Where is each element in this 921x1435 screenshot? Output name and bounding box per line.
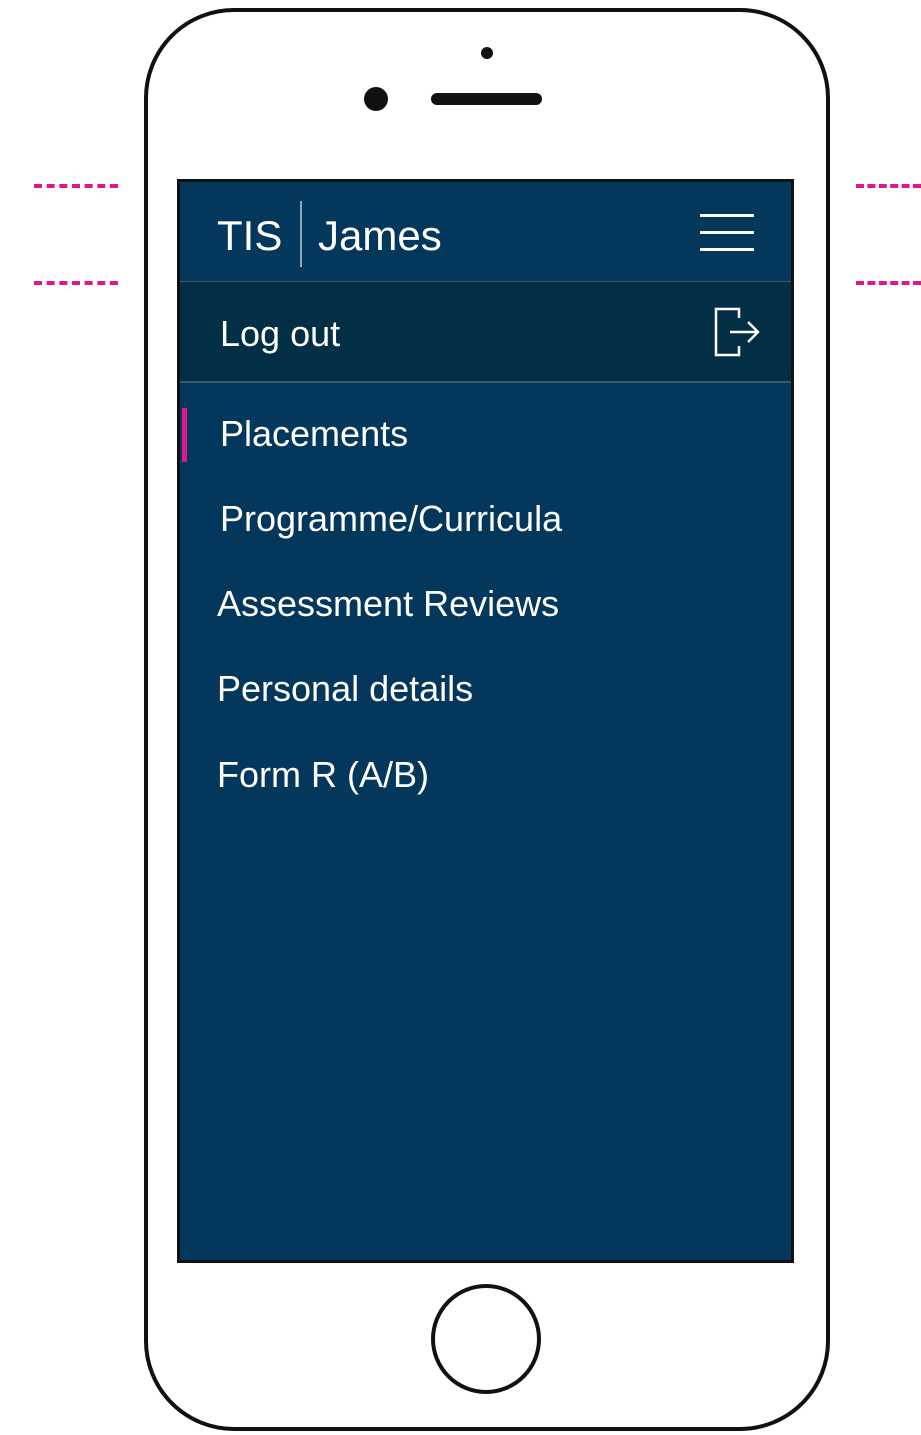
nav-item-label: Programme/Curricula [220,498,563,539]
phone-camera [364,87,388,111]
nav-item-label: Assessment Reviews [217,583,560,624]
guide-dash-right-top [856,184,921,188]
guide-dash-left-bottom [34,281,118,285]
header-divider [300,201,302,267]
logout-button[interactable]: Log out [180,282,791,383]
guide-dash-left-top [34,184,118,188]
nav-item-programme-curricula[interactable]: Programme/Curricula [180,493,791,547]
phone-screen: TIS James Log out Placements Programme/C… [177,179,794,1263]
nav-item-label: Placements [220,413,409,454]
app-header: TIS James [180,182,791,282]
user-name: James [318,212,442,259]
nav-item-personal-details[interactable]: Personal details [180,663,791,717]
hamburger-menu-icon[interactable] [700,214,754,254]
phone-home-button[interactable] [431,1284,541,1394]
nav-item-label: Personal details [217,668,474,709]
logout-icon [713,306,761,358]
phone-sensor-dot [481,47,493,59]
logout-label: Log out [220,313,341,354]
nav-item-assessment-reviews[interactable]: Assessment Reviews [180,578,791,632]
active-nav-indicator [182,408,187,462]
guide-dash-right-bottom [856,281,921,285]
nav-item-form-r[interactable]: Form R (A/B) [180,749,791,803]
phone-earpiece [431,93,542,105]
nav-item-label: Form R (A/B) [217,754,429,795]
brand-logo-text: TIS [217,212,283,259]
nav-item-placements[interactable]: Placements [180,408,791,462]
